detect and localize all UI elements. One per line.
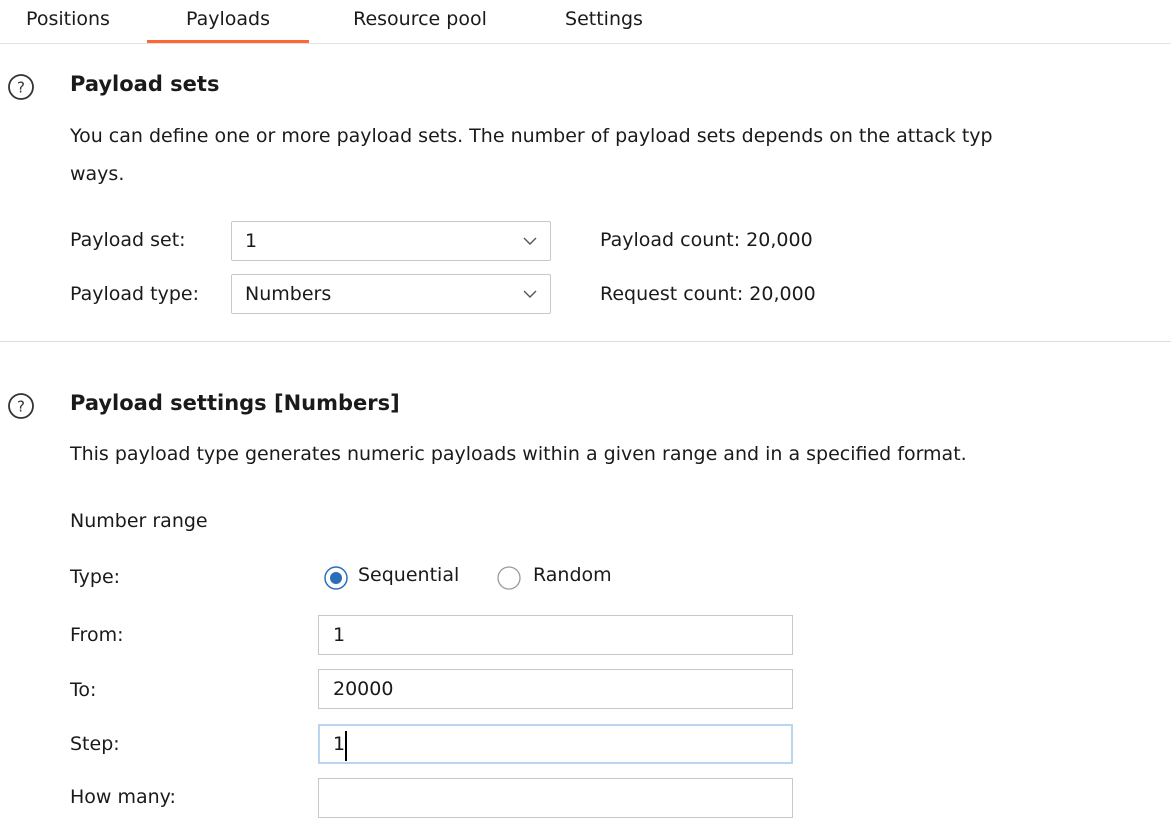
payload-sets-title: Payload sets [70, 72, 220, 96]
payload-settings-description: This payload type generates numeric payl… [70, 443, 967, 465]
type-label: Type: [70, 566, 121, 588]
number-range-heading: Number range [70, 510, 208, 532]
step-label: Step: [70, 733, 120, 755]
radio-sequential-label[interactable]: Sequential [358, 564, 459, 586]
section-divider [0, 341, 1171, 342]
payload-count: Payload count: 20,000 [600, 229, 813, 251]
step-input[interactable] [318, 724, 793, 764]
request-count: Request count: 20,000 [600, 283, 816, 305]
how-many-input[interactable] [318, 778, 793, 818]
payload-sets-description-cont: ways. [70, 163, 125, 185]
text-caret [345, 731, 347, 761]
tab-positions[interactable]: Positions [12, 0, 124, 43]
payload-type-label: Payload type: [70, 283, 199, 305]
svg-text:?: ? [17, 398, 25, 416]
radio-random-label[interactable]: Random [533, 564, 612, 586]
help-circle-icon[interactable]: ? [7, 73, 35, 101]
payload-set-value: 1 [245, 230, 258, 252]
tab-bar: Positions Payloads Resource pool Setting… [0, 0, 1171, 44]
to-input[interactable] [318, 669, 793, 709]
radio-sequential[interactable] [324, 566, 348, 590]
to-label: To: [70, 679, 97, 701]
help-circle-icon[interactable]: ? [7, 392, 35, 420]
tab-settings[interactable]: Settings [550, 0, 658, 43]
tab-resource-pool[interactable]: Resource pool [335, 0, 505, 43]
chevron-down-icon [523, 290, 537, 298]
payload-sets-description: You can define one or more payload sets.… [70, 125, 993, 147]
radio-random[interactable] [497, 566, 521, 590]
payload-set-select[interactable]: 1 [231, 221, 551, 261]
from-input[interactable] [318, 615, 793, 655]
payload-set-label: Payload set: [70, 229, 186, 251]
chevron-down-icon [523, 237, 537, 245]
payload-type-select[interactable]: Numbers [231, 274, 551, 314]
from-label: From: [70, 624, 124, 646]
svg-text:?: ? [17, 79, 25, 97]
payload-settings-title: Payload settings [Numbers] [70, 391, 400, 415]
payload-type-value: Numbers [245, 283, 332, 305]
tab-payloads[interactable]: Payloads [147, 0, 309, 43]
how-many-label: How many: [70, 786, 176, 808]
